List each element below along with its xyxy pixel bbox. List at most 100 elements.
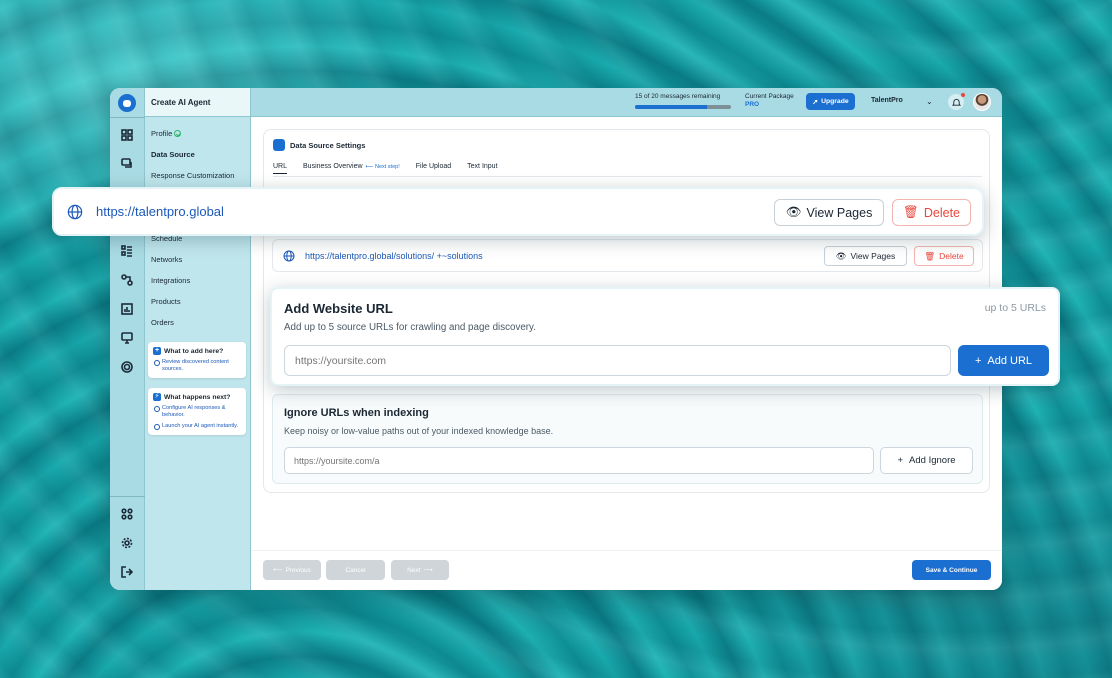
globe-icon [67,204,83,220]
save-continue-button[interactable]: Save & Continue [912,560,991,580]
add-url-label: Add URL [987,354,1033,367]
nav-item-label: Profile [151,129,173,138]
settings-icon[interactable] [120,536,134,550]
sub-nav-title: Create AI Agent [145,88,250,117]
account-name[interactable]: TalentPro [871,97,903,104]
arrow-right-icon: ⟶ [423,567,433,574]
add-website-url-card: Add Website URL up to 5 URLs Add up to 5… [270,287,1060,386]
trash-icon: 🗑 [902,205,919,219]
rail-divider [110,496,145,497]
plus-icon: + [897,455,904,466]
nav-item-response-customization[interactable]: Response Customization [151,171,234,180]
add-url-title: Add Website URL [284,301,393,316]
ignore-title: Ignore URLs when indexing [284,407,429,419]
nav-item-products[interactable]: Products [151,297,181,306]
tab-text-input[interactable]: Text Input [467,163,497,174]
nav-item-integrations[interactable]: Integrations [151,276,190,285]
list-icon[interactable] [120,244,134,258]
nav-item-profile[interactable]: Profile [151,129,182,138]
website-url-input[interactable] [284,345,951,376]
eye-icon: 👁 [785,205,802,219]
add-url-button[interactable]: + Add URL [958,345,1049,376]
next-step-hint: ⟵ Next step! [365,164,400,170]
chat-icon[interactable] [120,157,134,171]
add-ignore-button[interactable]: + Add Ignore [880,447,973,474]
monitor-icon[interactable] [120,331,134,345]
flow-icon[interactable] [120,273,134,287]
top-bar: 15 of 20 messages remaining Current Pack… [251,88,1002,117]
apps-icon[interactable] [120,507,134,521]
url-text[interactable]: https://talentpro.global/solutions/ +~so… [305,251,483,261]
cancel-button[interactable]: Cancel [326,560,385,580]
help-card-title: What happens next? [164,393,231,401]
help-bullet: Configure AI responses & behavior. [153,405,241,419]
previous-button[interactable]: ⟵ Previous [263,560,321,580]
ignore-url-input[interactable] [284,447,874,474]
lightning-icon: ⚡ [153,393,161,401]
next-step-label: Next step! [374,164,400,170]
chart-icon[interactable] [120,302,134,316]
rail-divider [110,117,145,118]
plus-icon: + [153,347,161,355]
nav-item-orders[interactable]: Orders [151,318,174,327]
url-row-highlight: https://talentpro.global 👁 View Pages 🗑 De… [52,187,984,236]
footer-bar: ⟵ Previous Cancel Next ⟶ Save & Continue [251,550,1002,590]
package-info: Current Package PRO [745,93,794,109]
tab-label: Business Overview [303,163,363,170]
ignore-urls-card: Ignore URLs when indexing Keep noisy or … [272,394,983,484]
next-label: Next [407,566,421,574]
view-pages-button[interactable]: 👁 View Pages [824,246,907,266]
tab-file-upload[interactable]: File Upload [416,163,451,174]
nav-item-networks[interactable]: Networks [151,255,182,264]
chevron-down-icon[interactable]: ⌄ [926,97,933,106]
notification-dot [961,93,965,97]
eye-icon: 👁 [835,250,847,261]
url-row: https://talentpro.global/solutions/ +~so… [272,239,983,272]
url-text[interactable]: https://talentpro.global [96,204,224,219]
nav-item-data-source[interactable]: Data Source [151,150,195,159]
rocket-icon: ➚ [812,98,819,106]
page-title: Data Source Settings [290,140,366,150]
chat-logo-icon[interactable] [118,94,136,112]
dashboard-icon[interactable] [120,128,134,142]
trash-icon: 🗑 [924,250,936,261]
url-limit: up to 5 URLs [984,302,1046,314]
delete-button[interactable]: 🗑 Delete [892,199,971,226]
next-button[interactable]: Next ⟶ [391,560,449,580]
icon-rail [110,88,145,590]
arrow-left-icon: ⟵ [273,567,283,574]
package-name: PRO [745,101,760,108]
sub-nav: Create AI Agent Profile Data Source Resp… [145,88,251,590]
tab-url[interactable]: URL [273,163,288,174]
view-pages-button[interactable]: 👁 View Pages [774,199,884,226]
previous-label: Previous [285,566,311,574]
bell-icon[interactable] [948,93,965,110]
globe-icon [283,250,295,262]
view-pages-label: View Pages [850,251,896,261]
delete-button[interactable]: 🗑 Delete [914,246,974,266]
target-icon[interactable] [120,360,134,374]
logout-icon[interactable] [120,565,134,579]
upgrade-button[interactable]: ➚ Upgrade [806,93,855,110]
check-circle-icon [174,130,182,137]
tab-divider [273,176,982,177]
help-card-what-next: ⚡ What happens next? Configure AI respons… [148,388,246,435]
ignore-subtitle: Keep noisy or low-value paths out of you… [284,426,554,436]
add-ignore-label: Add Ignore [909,455,956,466]
upgrade-label: Upgrade [821,98,849,105]
messages-progress-bar [635,105,731,109]
messages-progress-fill [635,105,707,109]
avatar[interactable] [973,93,991,111]
help-bullet: Review discovered content sources. [153,359,241,373]
tabs: URL Business Overview ⟵ Next step! File U… [273,163,498,174]
view-pages-label: View Pages [806,205,873,220]
delete-label: Delete [923,205,960,220]
add-url-subtitle: Add up to 5 source URLs for crawling and… [284,322,536,333]
package-label: Current Package [745,93,794,100]
tab-business-overview[interactable]: Business Overview ⟵ Next step! [303,163,400,174]
help-bullet: Launch your AI agent instantly. [153,423,241,430]
help-card-title: What to add here? [164,347,224,355]
card-header: Data Source Settings [273,139,365,151]
help-card-what-to-add: + What to add here? Review discovered con… [148,342,246,378]
data-source-icon [273,139,285,151]
